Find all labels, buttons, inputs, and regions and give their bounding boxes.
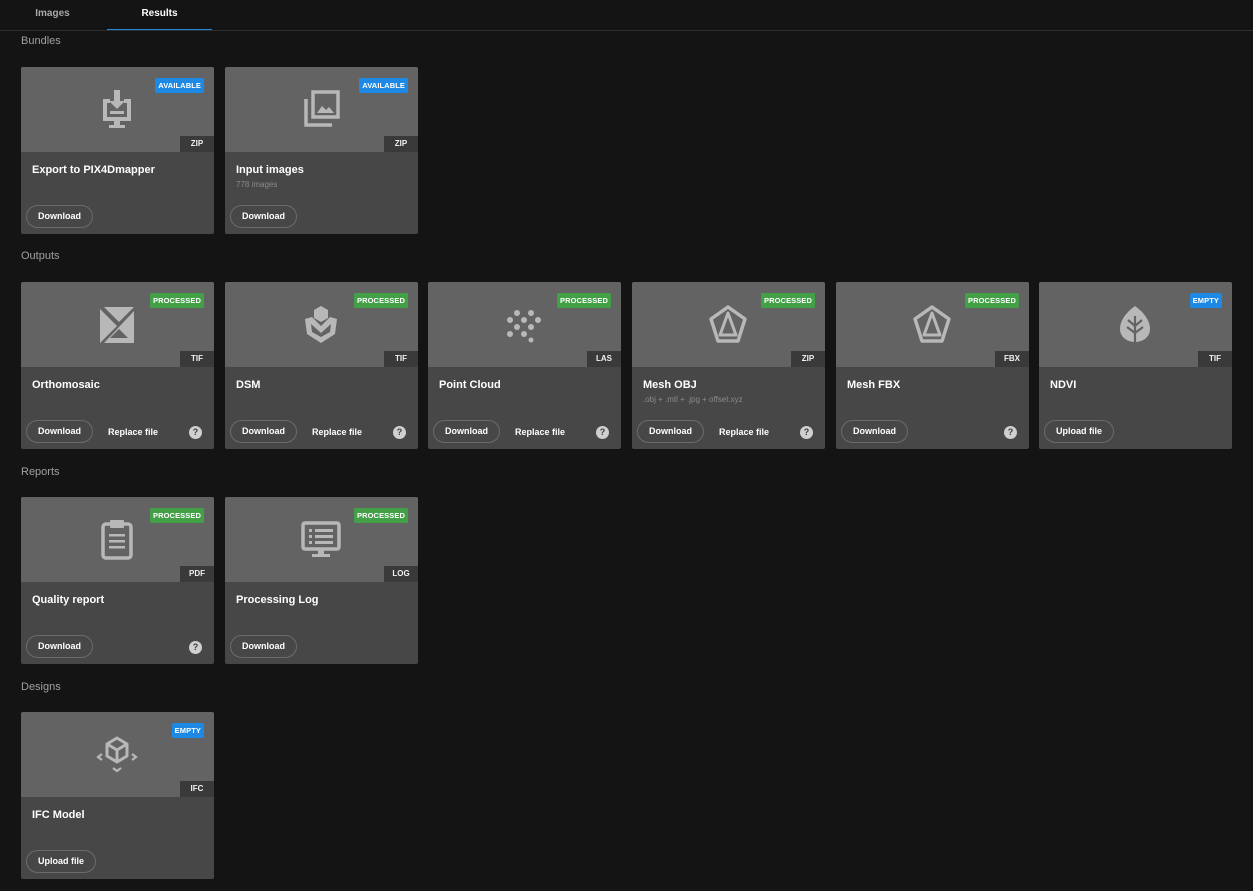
card-title: IFC Model [32, 809, 85, 821]
card-title: Point Cloud [439, 379, 501, 391]
card-title: Mesh OBJ [643, 379, 697, 391]
ifc-cube-icon [96, 736, 138, 773]
format-badge: IFC [180, 781, 214, 797]
download-button[interactable]: Download [841, 420, 908, 443]
card-title: Orthomosaic [32, 379, 100, 391]
upload-file-button[interactable]: Upload file [1044, 420, 1115, 443]
section-title-bundles: Bundles [21, 35, 61, 47]
status-badge: PROCESSED [557, 293, 611, 308]
result-card-input-images: AVAILABLE ZIP Input images 778 images Do… [225, 67, 418, 234]
download-button[interactable]: Download [230, 205, 297, 228]
tab-images[interactable]: Images [0, 0, 105, 30]
format-badge: LAS [587, 351, 621, 367]
card-thumbnail: AVAILABLE ZIP [21, 67, 214, 152]
tab-results[interactable]: Results [107, 0, 212, 30]
status-badge: AVAILABLE [359, 78, 408, 93]
help-icon[interactable]: ? [1004, 426, 1017, 439]
format-badge: TIF [180, 351, 214, 367]
mesh-icon [709, 305, 747, 343]
card-thumbnail: PROCESSED LAS [428, 282, 621, 367]
card-title: Export to PIX4Dmapper [32, 164, 155, 176]
card-thumbnail: EMPTY TIF [1039, 282, 1232, 367]
help-icon[interactable]: ? [189, 641, 202, 654]
download-button[interactable]: Download [230, 420, 297, 443]
replace-file-button[interactable]: Replace file [108, 427, 158, 437]
dsm-icon [305, 306, 337, 343]
leaf-icon [1120, 306, 1150, 342]
download-button[interactable]: Download [230, 635, 297, 658]
card-title: Quality report [32, 594, 105, 606]
clipboard-report-icon [101, 520, 133, 560]
download-button[interactable]: Download [26, 420, 93, 443]
card-thumbnail: PROCESSED FBX [836, 282, 1029, 367]
help-icon[interactable]: ? [800, 426, 813, 439]
mesh-icon [913, 305, 951, 343]
status-badge: PROCESSED [761, 293, 815, 308]
download-button[interactable]: Download [26, 635, 93, 658]
status-badge: PROCESSED [150, 508, 204, 523]
status-badge: EMPTY [1189, 293, 1222, 308]
result-card-point-cloud: PROCESSED LAS Point Cloud Download Repla… [428, 282, 621, 449]
help-icon[interactable]: ? [596, 426, 609, 439]
result-card-processing-log: PROCESSED LOG Processing Log Download [225, 497, 418, 664]
card-title: NDVI [1050, 379, 1077, 391]
format-badge: PDF [180, 566, 214, 582]
format-badge: TIF [1198, 351, 1232, 367]
status-badge: PROCESSED [965, 293, 1019, 308]
status-badge: PROCESSED [354, 508, 408, 523]
format-badge: TIF [384, 351, 418, 367]
card-title: Mesh FBX [847, 379, 901, 391]
format-badge: ZIP [791, 351, 825, 367]
format-badge: FBX [995, 351, 1029, 367]
result-card-mesh-fbx: PROCESSED FBX Mesh FBX Download ? [836, 282, 1029, 449]
upload-file-button[interactable]: Upload file [26, 850, 97, 873]
status-badge: PROCESSED [354, 293, 408, 308]
card-thumbnail: PROCESSED TIF [225, 282, 418, 367]
orthomosaic-icon [100, 307, 134, 343]
replace-file-button[interactable]: Replace file [312, 427, 362, 437]
format-badge: ZIP [384, 136, 418, 152]
point-cloud-icon [507, 310, 541, 343]
card-title: Processing Log [236, 594, 319, 606]
section-title-designs: Designs [21, 681, 61, 693]
download-button[interactable]: Download [637, 420, 704, 443]
status-badge: AVAILABLE [155, 78, 204, 93]
download-button[interactable]: Download [26, 205, 93, 228]
card-thumbnail: PROCESSED PDF [21, 497, 214, 582]
log-monitor-icon [301, 521, 341, 557]
image-library-icon [304, 90, 340, 127]
format-badge: ZIP [180, 136, 214, 152]
download-button[interactable]: Download [433, 420, 500, 443]
status-badge: PROCESSED [150, 293, 204, 308]
result-card-export: AVAILABLE ZIP Export to PIX4Dmapper Down… [21, 67, 214, 234]
card-thumbnail: PROCESSED LOG [225, 497, 418, 582]
download-monitor-icon [103, 90, 131, 128]
help-icon[interactable]: ? [393, 426, 406, 439]
card-thumbnail: PROCESSED TIF [21, 282, 214, 367]
card-thumbnail: PROCESSED ZIP [632, 282, 825, 367]
result-card-dsm: PROCESSED TIF DSM Download Replace file … [225, 282, 418, 449]
status-badge: EMPTY [171, 723, 204, 738]
section-title-outputs: Outputs [21, 250, 60, 262]
card-subtitle: .obj + .mtl + .jpg + offset.xyz [643, 395, 743, 404]
format-badge: LOG [384, 566, 418, 582]
replace-file-button[interactable]: Replace file [719, 427, 769, 437]
card-subtitle: 778 images [236, 180, 278, 189]
card-title: DSM [236, 379, 261, 391]
section-title-reports: Reports [21, 466, 60, 478]
result-card-ndvi: EMPTY TIF NDVI Upload file [1039, 282, 1232, 449]
card-thumbnail: AVAILABLE ZIP [225, 67, 418, 152]
result-card-quality-report: PROCESSED PDF Quality report Download ? [21, 497, 214, 664]
card-thumbnail: EMPTY IFC [21, 712, 214, 797]
result-card-mesh-obj: PROCESSED ZIP Mesh OBJ .obj + .mtl + .jp… [632, 282, 825, 449]
result-card-orthomosaic: PROCESSED TIF Orthomosaic Download Repla… [21, 282, 214, 449]
tab-bar: Images Results [0, 0, 1253, 31]
help-icon[interactable]: ? [189, 426, 202, 439]
card-title: Input images [236, 164, 304, 176]
replace-file-button[interactable]: Replace file [515, 427, 565, 437]
result-card-ifc-model: EMPTY IFC IFC Model Upload file [21, 712, 214, 879]
